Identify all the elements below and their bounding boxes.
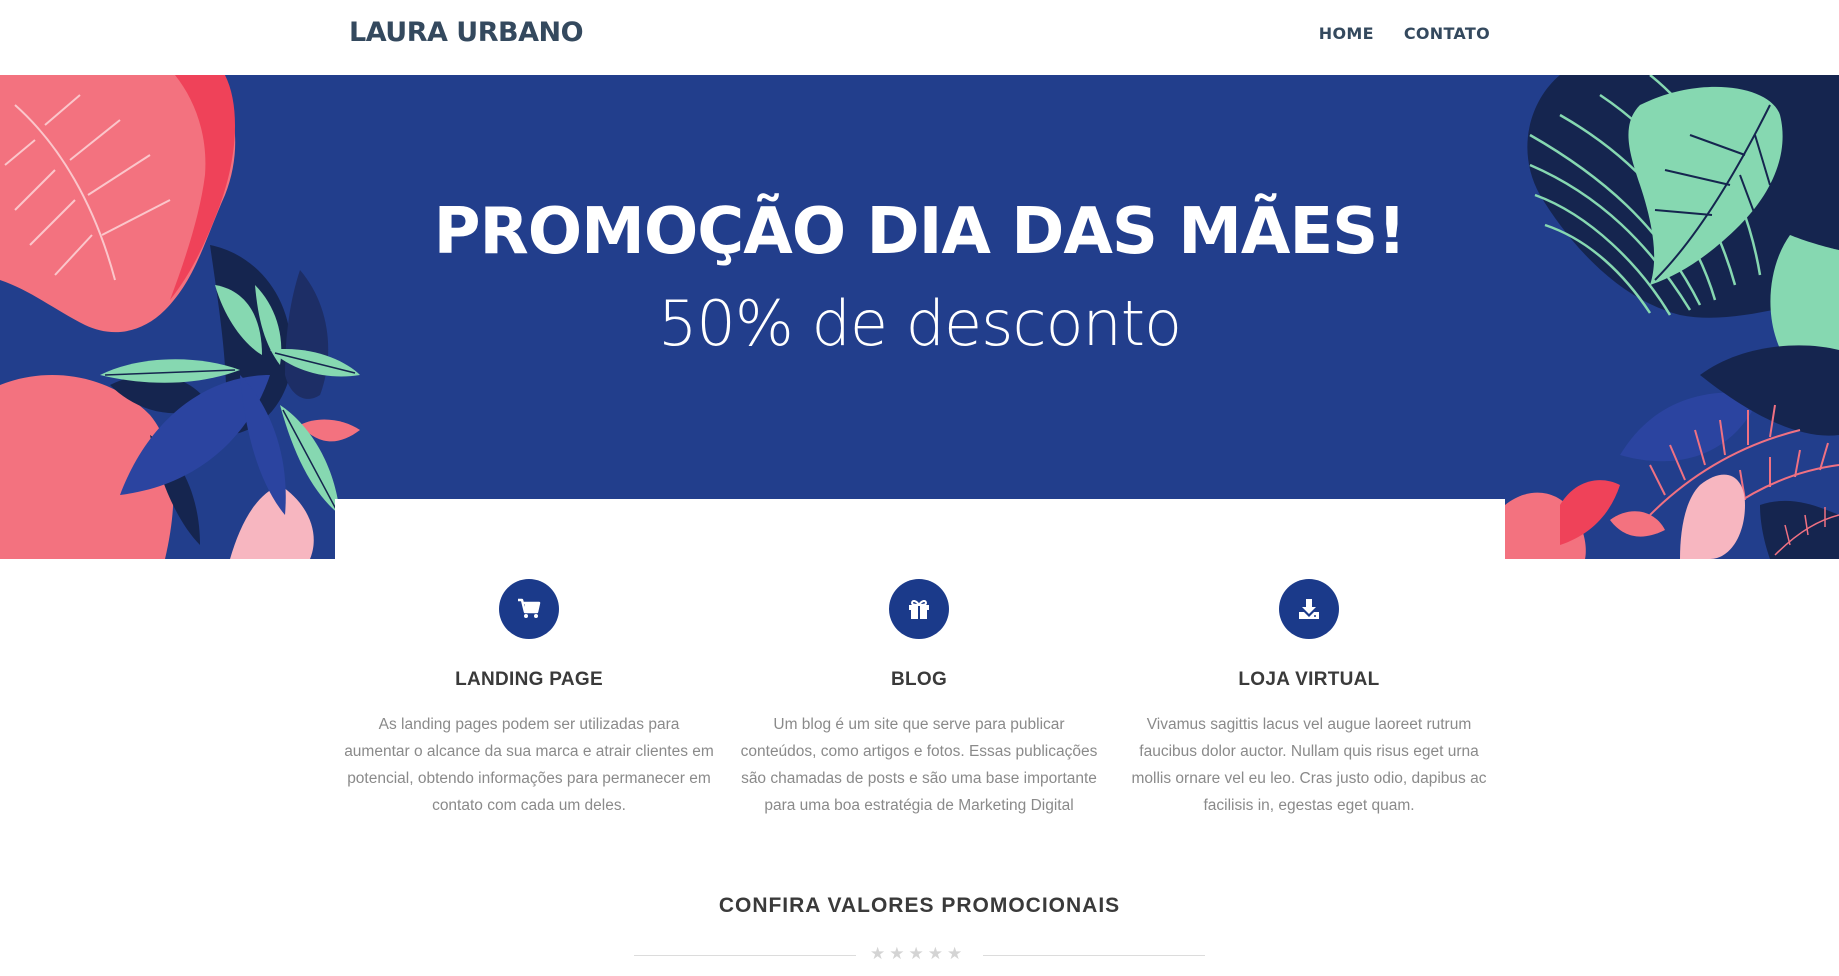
promo-section-title: CONFIRA VALORES PROMOCIONAIS — [718, 894, 1121, 917]
cart-icon — [518, 598, 541, 618]
feature-description: Vivamus sagittis lacus vel augue laoreet… — [1131, 716, 1487, 814]
star-icon: ★ — [908, 944, 924, 964]
download-icon — [1299, 599, 1319, 619]
feature-description: As landing pages podem ser utilizadas pa… — [344, 716, 714, 814]
feature-title: BLOG — [890, 669, 948, 690]
star-icon: ★ — [927, 944, 943, 964]
hero-subtitle: 50% de desconto — [657, 287, 1182, 360]
feature-icon-badge — [1279, 579, 1339, 639]
feature-title: LOJA VIRTUAL — [1238, 669, 1380, 690]
nav-link-contato[interactable]: CONTATO — [1404, 24, 1490, 43]
feature-icon-badge — [889, 579, 949, 639]
main-nav: HOME CONTATO — [1319, 24, 1490, 43]
brand-logo[interactable]: LAURA URBANO — [349, 17, 584, 48]
content-card-top — [335, 499, 1505, 579]
star-rating: ★ ★ ★ ★ ★ — [870, 944, 962, 964]
star-icon: ★ — [947, 944, 963, 964]
feature-icon-badge — [499, 579, 559, 639]
star-icon: ★ — [870, 944, 886, 964]
feature-landing-page: LANDING PAGE As landing pages podem ser … — [344, 579, 714, 819]
gift-icon — [909, 599, 929, 619]
hero-banner: PROMOÇÃO DIA DAS MÃES! 50% de desconto — [0, 75, 1839, 559]
nav-link-home[interactable]: HOME — [1319, 24, 1374, 43]
divider-line-left — [634, 955, 856, 956]
feature-description: Um blog é um site que serve para publica… — [740, 716, 1098, 814]
star-icon: ★ — [889, 944, 905, 964]
feature-title: LANDING PAGE — [455, 669, 603, 690]
feature-loja-virtual: LOJA VIRTUAL Vivamus sagittis lacus vel … — [1124, 579, 1494, 819]
feature-blog: BLOG Um blog é um site que serve para pu… — [734, 579, 1104, 819]
hero-title: PROMOÇÃO DIA DAS MÃES! — [433, 195, 1407, 269]
top-navbar: LAURA URBANO HOME CONTATO — [0, 0, 1839, 75]
divider-line-right — [983, 955, 1205, 956]
